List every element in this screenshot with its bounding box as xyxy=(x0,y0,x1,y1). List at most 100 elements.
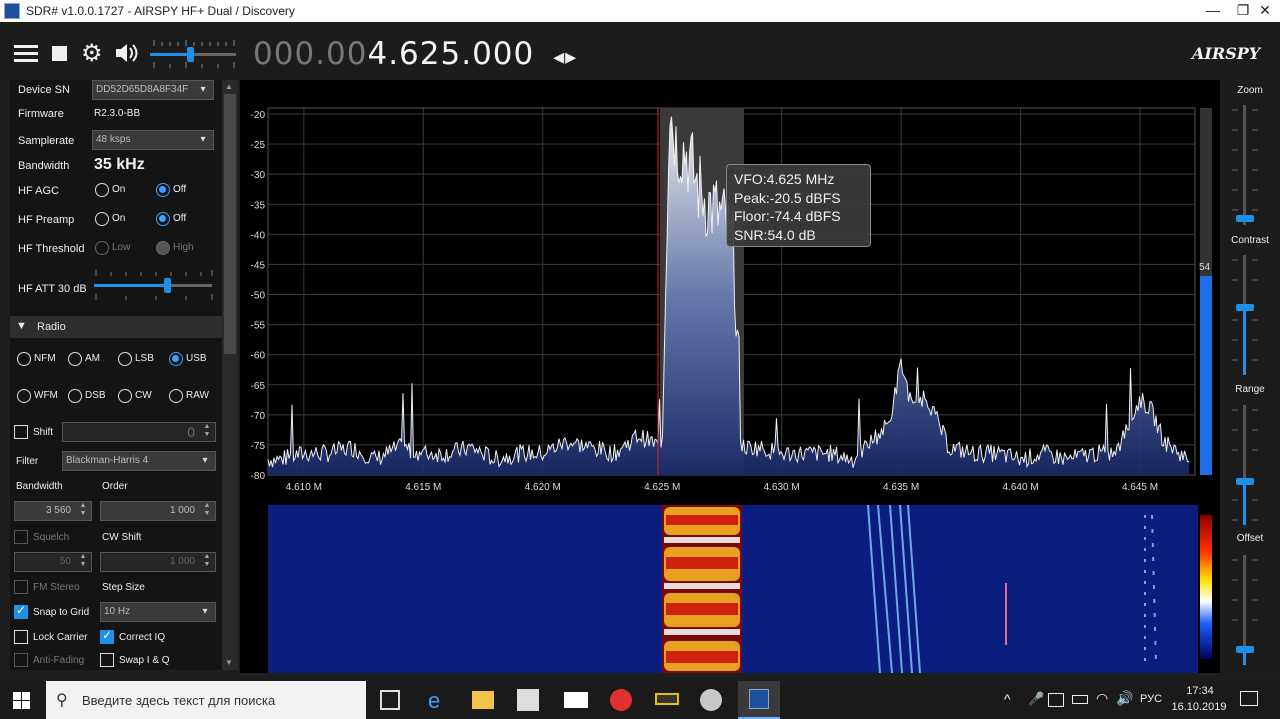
snap-to-grid-label: Snap to Grid xyxy=(33,607,90,618)
frequency-leading-digits[interactable]: 000.00 xyxy=(253,36,367,72)
filter-bandwidth-value: 3 560 xyxy=(45,505,71,516)
mode-dsb-radio[interactable] xyxy=(68,389,82,403)
scroll-down-icon[interactable]: ▼ xyxy=(225,658,233,667)
x-tick-label: 4.620 M xyxy=(525,482,561,493)
mode-wfm-radio[interactable] xyxy=(17,389,31,403)
spinner-icon[interactable]: ▲ ▼ xyxy=(201,423,213,439)
clock-date[interactable]: 16.10.2019 xyxy=(1168,701,1230,713)
store-icon[interactable] xyxy=(517,689,539,711)
language-indicator[interactable]: РУС xyxy=(1140,693,1162,705)
paint-icon[interactable] xyxy=(700,689,722,711)
microphone-icon[interactable]: 🎤 xyxy=(1028,691,1044,707)
speaker-icon[interactable] xyxy=(114,42,140,64)
squelch-input[interactable]: 50 ▲ ▼ xyxy=(14,552,92,572)
gear-icon[interactable]: ⚙ xyxy=(81,39,103,68)
frequency-digits[interactable]: 4.625.000 xyxy=(367,36,534,72)
wifi-icon[interactable]: ◠ xyxy=(1096,690,1108,707)
shift-label: Shift xyxy=(33,427,54,438)
task-view-icon[interactable] xyxy=(380,690,400,710)
clock-time[interactable]: 17:34 xyxy=(1175,685,1225,697)
close-button[interactable]: ✕ xyxy=(1250,0,1280,22)
swap-iq-checkbox[interactable] xyxy=(100,653,114,667)
spinner-icon[interactable]: ▲ ▼ xyxy=(77,553,89,569)
hf-agc-on-radio[interactable] xyxy=(95,183,109,197)
squelch-checkbox[interactable] xyxy=(14,530,28,544)
spinner-icon[interactable]: ▲ ▼ xyxy=(201,502,213,518)
edge-icon[interactable]: e xyxy=(428,688,440,714)
step-size-dropdown[interactable]: 10 Hz ▾ xyxy=(100,602,216,622)
y-tick-label: -50 xyxy=(251,291,266,302)
waterfall-signal-band xyxy=(662,505,742,673)
range-slider[interactable] xyxy=(1232,405,1258,525)
mode-usb-label: USB xyxy=(186,353,207,364)
airspy-logo: AIRSPY xyxy=(1192,44,1261,63)
hf-threshold-low-radio[interactable] xyxy=(95,241,109,255)
frequency-display[interactable]: 000.004.625.000 ◂▸ xyxy=(253,36,577,72)
filter-dropdown[interactable]: Blackman-Harris 4 ▾ xyxy=(62,451,216,471)
fm-stereo-checkbox[interactable] xyxy=(14,580,28,594)
order-input[interactable]: 1 000 ▲ ▼ xyxy=(100,501,216,521)
windows-start-icon[interactable] xyxy=(13,692,30,709)
volume-icon[interactable]: 🔊 xyxy=(1116,690,1133,707)
mode-am-radio[interactable] xyxy=(68,352,82,366)
shift-input[interactable]: 0 ▲ ▼ xyxy=(62,422,216,442)
hf-preamp-on-label: On xyxy=(112,213,126,224)
samplerate-dropdown[interactable]: 48 ksps ▾ xyxy=(92,130,214,150)
hf-preamp-off-radio[interactable] xyxy=(156,212,170,226)
stop-icon[interactable] xyxy=(52,46,67,61)
device-sn-dropdown[interactable]: DD52D65D8A8F34F ▾ xyxy=(92,80,214,100)
y-tick-label: -75 xyxy=(251,441,266,452)
spinner-icon[interactable]: ▲ ▼ xyxy=(77,502,89,518)
snap-to-grid-checkbox[interactable] xyxy=(14,603,28,619)
app-icon-red[interactable] xyxy=(610,689,632,711)
frequency-step-arrows[interactable]: ◂▸ xyxy=(553,45,577,70)
spinner-icon[interactable]: ▲ ▼ xyxy=(201,553,213,569)
tooltip-peak: Peak:-20.5 dBFS xyxy=(734,189,841,206)
offset-slider[interactable] xyxy=(1232,555,1258,665)
filter-value: Blackman-Harris 4 xyxy=(66,455,149,466)
volume-slider[interactable] xyxy=(150,38,236,70)
spectrum-chart[interactable]: -20-25-30-35-40-45-50-55-60-65-70-75-80 … xyxy=(240,80,1220,505)
menu-icon[interactable] xyxy=(14,45,38,63)
mode-usb-radio[interactable] xyxy=(169,352,183,366)
hf-agc-off-label: Off xyxy=(173,184,187,195)
shift-checkbox[interactable] xyxy=(14,425,28,439)
mail-icon[interactable] xyxy=(564,692,588,708)
mode-nfm-radio[interactable] xyxy=(17,352,31,366)
notifications-icon[interactable] xyxy=(1240,691,1258,706)
mode-raw-radio[interactable] xyxy=(169,389,183,403)
waterfall-panel[interactable] xyxy=(240,504,1220,674)
firmware-label: Firmware xyxy=(18,108,64,120)
hf-att-slider[interactable] xyxy=(92,268,214,302)
taskbar-search[interactable]: ⚲ Введите здесь текст для поиска xyxy=(46,681,366,719)
correct-iq-checkbox[interactable] xyxy=(100,628,114,644)
chevron-up-icon[interactable]: ^ xyxy=(1004,691,1011,707)
app-icon-radio[interactable] xyxy=(655,693,679,705)
mode-cw-radio[interactable] xyxy=(118,389,132,403)
hf-threshold-high-radio[interactable] xyxy=(156,241,170,255)
scroll-up-icon[interactable]: ▲ xyxy=(225,82,233,91)
hf-agc-off-radio[interactable] xyxy=(156,183,170,197)
chevron-down-icon: ▾ xyxy=(202,606,208,617)
radio-section-header[interactable]: ▼ Radio xyxy=(10,316,222,338)
lock-carrier-checkbox[interactable] xyxy=(14,630,28,644)
mode-lsb-label: LSB xyxy=(135,353,154,364)
shift-value: 0 xyxy=(187,424,195,440)
hf-preamp-on-radio[interactable] xyxy=(95,212,109,226)
camera-icon[interactable] xyxy=(1048,693,1064,707)
scrollbar-thumb[interactable] xyxy=(224,94,236,354)
filter-bandwidth-input[interactable]: 3 560 ▲ ▼ xyxy=(14,501,92,521)
zoom-slider[interactable] xyxy=(1232,105,1258,225)
sdrsharp-taskbar-button[interactable] xyxy=(738,681,780,719)
mode-lsb-radio[interactable] xyxy=(118,352,132,366)
spectrum-panel[interactable]: -20 -25 -30 -35 -40 -45 -50 -55 -60 -65 -70 -75 -80 … xyxy=(240,80,1220,505)
panel-scrollbar[interactable]: ▲ ▼ xyxy=(222,80,238,670)
signal-tooltip: VFO:4.625 MHz Peak:-20.5 dBFS Floor:-74.… xyxy=(726,164,871,247)
cw-shift-input[interactable]: 1 000 ▲ ▼ xyxy=(100,552,216,572)
correct-iq-label: Correct IQ xyxy=(119,632,166,643)
anti-fading-checkbox[interactable] xyxy=(14,653,28,667)
battery-icon[interactable] xyxy=(1072,695,1088,704)
firmware-value: R2.3.0-BB xyxy=(94,108,141,119)
contrast-slider[interactable] xyxy=(1232,255,1258,375)
file-explorer-icon[interactable] xyxy=(472,691,494,709)
